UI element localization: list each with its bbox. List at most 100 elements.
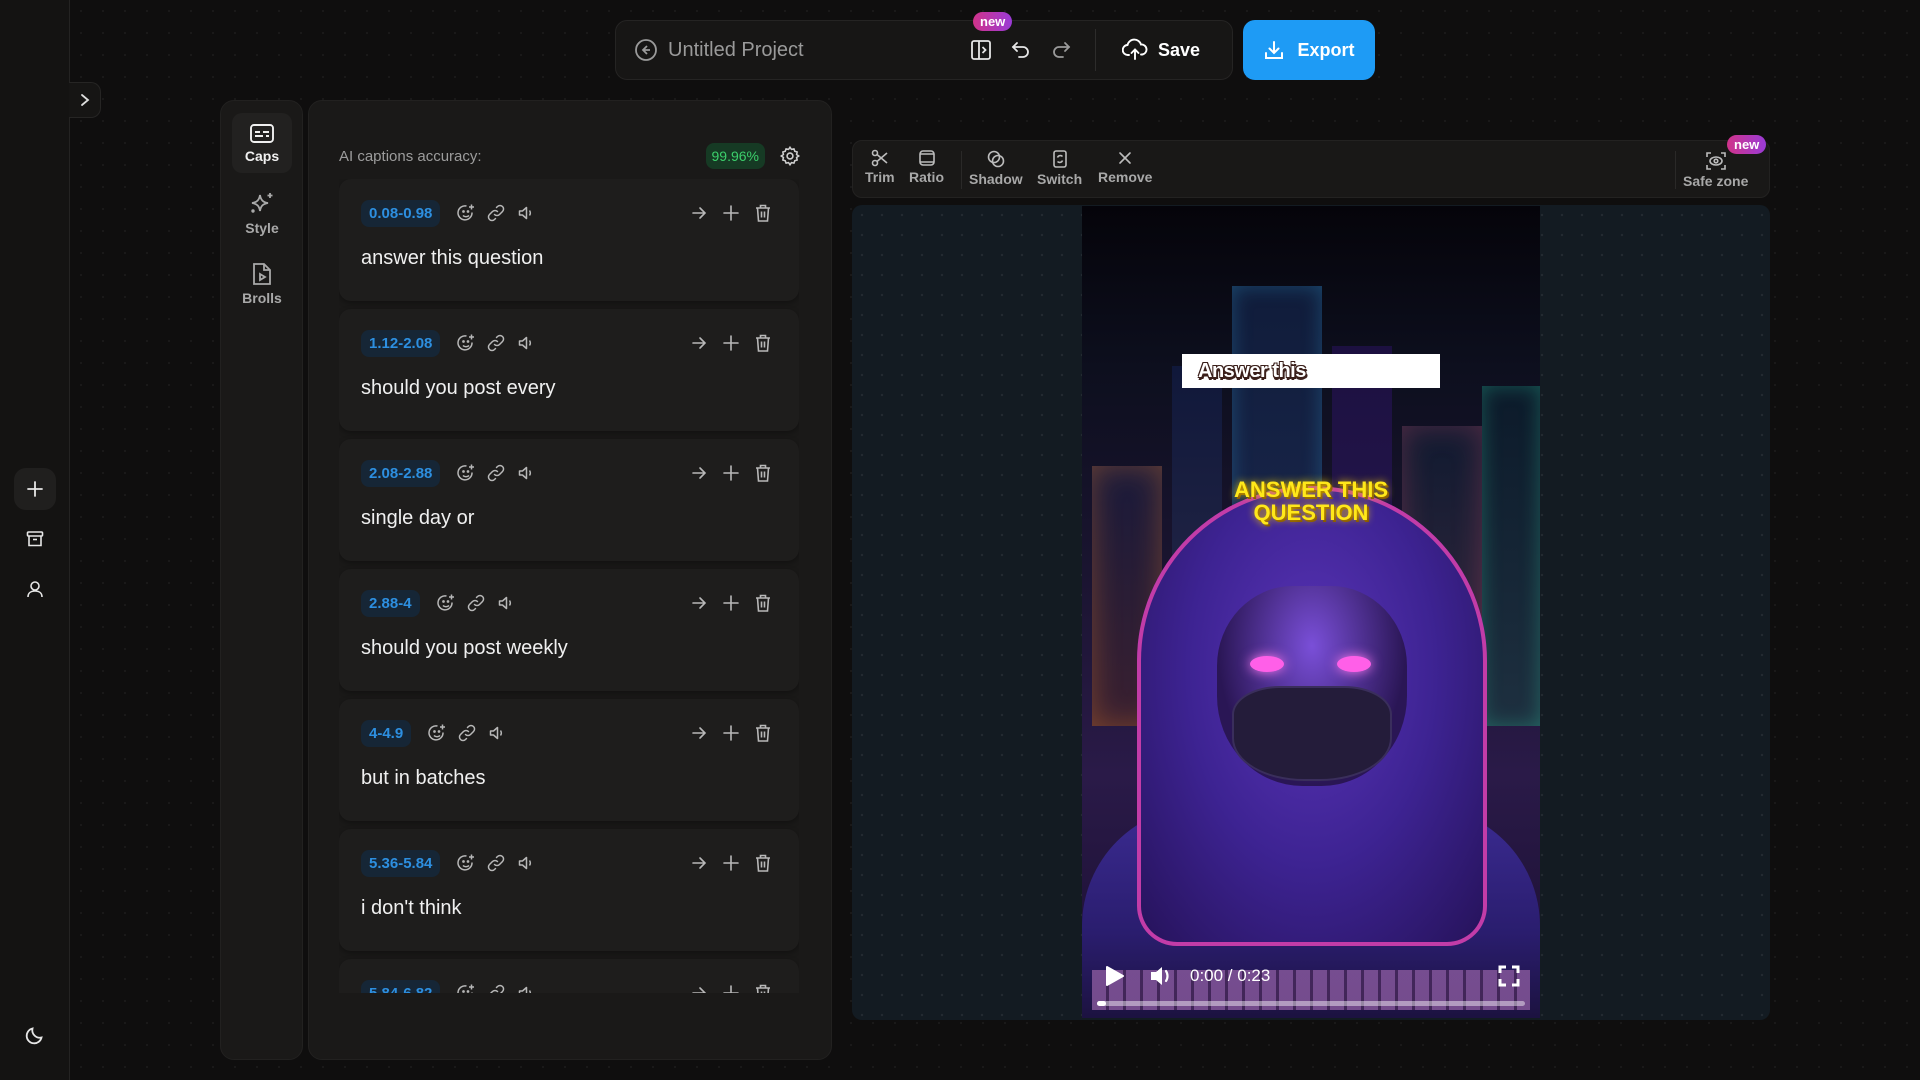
caption-text[interactable]: should you post every xyxy=(361,377,556,400)
audio-button[interactable] xyxy=(514,981,538,993)
undo-button[interactable] xyxy=(1001,30,1041,70)
remove-tool[interactable]: Remove xyxy=(1098,149,1152,185)
caption-item[interactable]: 1.12-2.08 should you post every xyxy=(339,309,799,431)
link-button[interactable] xyxy=(484,851,508,875)
emoji-add-button[interactable] xyxy=(425,721,449,745)
audio-button[interactable] xyxy=(494,591,518,615)
add-caption-button[interactable] xyxy=(719,721,743,745)
left-rail xyxy=(0,0,70,1080)
emoji-add-button[interactable] xyxy=(454,851,478,875)
move-caption-button[interactable] xyxy=(687,981,711,993)
move-caption-button[interactable] xyxy=(687,201,711,225)
expand-sidebar-button[interactable] xyxy=(69,82,101,118)
move-caption-button[interactable] xyxy=(687,591,711,615)
save-button[interactable]: Save xyxy=(1110,38,1212,62)
safe-zone-tool[interactable]: new Safe zone xyxy=(1683,135,1767,189)
caption-text[interactable]: answer this question xyxy=(361,247,543,270)
shadow-tool[interactable]: Shadow xyxy=(969,149,1023,187)
emoji-add-button[interactable] xyxy=(454,331,478,355)
add-caption-button[interactable] xyxy=(719,851,743,875)
caption-time-range[interactable]: 2.88-4 xyxy=(361,589,420,617)
ratio-tool[interactable]: Ratio xyxy=(909,149,944,185)
move-caption-button[interactable] xyxy=(687,461,711,485)
styled-caption[interactable]: ANSWER THIS QUESTION xyxy=(1082,478,1540,524)
add-caption-button[interactable] xyxy=(719,331,743,355)
move-caption-button[interactable] xyxy=(687,851,711,875)
caption-item[interactable]: 0.08-0.98 answer this question xyxy=(339,179,799,301)
delete-caption-button[interactable] xyxy=(751,331,775,355)
play-icon[interactable] xyxy=(1102,964,1126,988)
caption-time-range[interactable]: 1.12-2.08 xyxy=(361,329,441,357)
caption-item[interactable]: 4-4.9 but in batches xyxy=(339,699,799,821)
caption-list[interactable]: 0.08-0.98 answer this question 1.12-2.08… xyxy=(339,179,799,993)
back-arrow-icon[interactable] xyxy=(634,38,658,62)
scissors-icon xyxy=(871,149,888,167)
link-icon xyxy=(490,984,505,993)
video-preview[interactable]: Answer this ANSWER THIS QUESTION 0:00 / … xyxy=(1082,206,1540,1018)
add-button[interactable] xyxy=(14,468,56,510)
caption-overlay-box[interactable]: Answer this xyxy=(1182,354,1440,388)
caption-text[interactable]: single day or xyxy=(361,507,474,530)
gear-icon[interactable] xyxy=(779,145,801,167)
link-icon xyxy=(488,464,505,482)
emoji-add-button[interactable] xyxy=(454,981,478,993)
caption-item[interactable]: 2.88-4 should you post weekly xyxy=(339,569,799,691)
caption-time-range[interactable]: 2.08-2.88 xyxy=(361,459,441,487)
tool-label: Safe zone xyxy=(1683,173,1749,189)
volume-icon[interactable] xyxy=(1148,964,1176,988)
caption-time-range[interactable]: 0.08-0.98 xyxy=(361,199,441,227)
audio-button[interactable] xyxy=(485,721,509,745)
move-caption-button[interactable] xyxy=(687,331,711,355)
add-caption-button[interactable] xyxy=(719,981,743,993)
video-progress-bar[interactable] xyxy=(1097,1001,1525,1006)
audio-button[interactable] xyxy=(514,331,538,355)
trim-tool[interactable]: Trim xyxy=(865,149,895,185)
link-button[interactable] xyxy=(455,721,479,745)
delete-caption-button[interactable] xyxy=(751,981,775,993)
tab-style[interactable]: Style xyxy=(232,183,292,243)
caption-time-range[interactable]: 5.36-5.84 xyxy=(361,849,441,877)
export-button[interactable]: Export xyxy=(1243,20,1375,80)
delete-caption-button[interactable] xyxy=(751,201,775,225)
caption-item[interactable]: 5.36-5.84 i don't think xyxy=(339,829,799,951)
emoji-add-button[interactable] xyxy=(454,201,478,225)
caption-text[interactable]: should you post weekly xyxy=(361,637,568,660)
caption-time-range[interactable]: 4-4.9 xyxy=(361,719,412,747)
tab-brolls[interactable]: Brolls xyxy=(232,253,292,313)
delete-caption-button[interactable] xyxy=(751,851,775,875)
add-caption-button[interactable] xyxy=(719,201,743,225)
switch-tool[interactable]: Switch xyxy=(1037,149,1082,187)
fullscreen-icon[interactable] xyxy=(1498,965,1520,987)
emoji-add-icon xyxy=(457,984,475,993)
delete-caption-button[interactable] xyxy=(751,721,775,745)
delete-caption-button[interactable] xyxy=(751,591,775,615)
audio-button[interactable] xyxy=(514,461,538,485)
audio-button[interactable] xyxy=(514,851,538,875)
add-caption-button[interactable] xyxy=(719,461,743,485)
caption-item[interactable]: 5.84-6.82 xyxy=(339,959,799,993)
profile-button[interactable] xyxy=(14,568,56,610)
theme-toggle[interactable] xyxy=(14,1014,56,1056)
caption-text[interactable]: i don't think xyxy=(361,897,462,920)
emoji-add-button[interactable] xyxy=(434,591,458,615)
caption-text[interactable]: but in batches xyxy=(361,767,486,790)
link-button[interactable] xyxy=(484,981,508,993)
caption-time-range[interactable]: 5.84-6.82 xyxy=(361,979,441,993)
archive-button[interactable] xyxy=(14,518,56,560)
move-caption-button[interactable] xyxy=(687,721,711,745)
link-icon xyxy=(488,854,505,872)
link-button[interactable] xyxy=(484,331,508,355)
link-button[interactable] xyxy=(464,591,488,615)
add-caption-button[interactable] xyxy=(719,591,743,615)
video-file-icon xyxy=(253,262,271,285)
link-button[interactable] xyxy=(484,201,508,225)
link-button[interactable] xyxy=(484,461,508,485)
emoji-add-button[interactable] xyxy=(454,461,478,485)
layout-toggle-button[interactable]: new xyxy=(961,12,1013,70)
audio-button[interactable] xyxy=(514,201,538,225)
redo-button[interactable] xyxy=(1041,30,1081,70)
caption-item[interactable]: 2.08-2.88 single day or xyxy=(339,439,799,561)
tab-caps[interactable]: Caps xyxy=(232,113,292,173)
project-title[interactable]: Untitled Project xyxy=(668,39,804,62)
delete-caption-button[interactable] xyxy=(751,461,775,485)
